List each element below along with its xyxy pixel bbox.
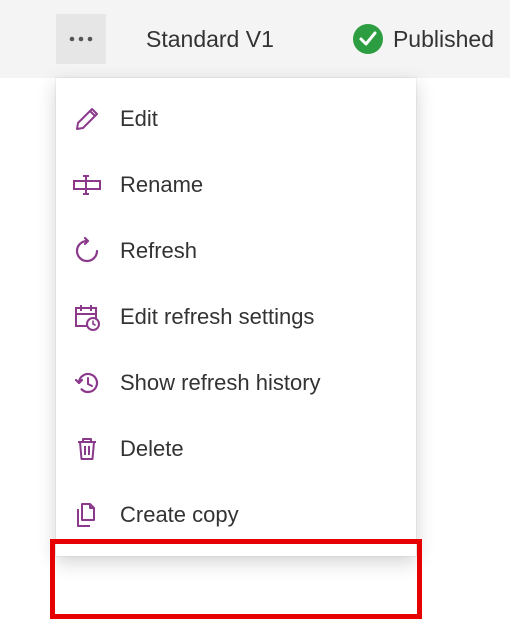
menu-item-show-refresh-history[interactable]: Show refresh history: [56, 350, 416, 416]
top-bar: Standard V1 Published: [0, 0, 510, 78]
menu-label: Edit: [120, 106, 158, 132]
menu-label: Rename: [120, 172, 203, 198]
menu-item-delete[interactable]: Delete: [56, 416, 416, 482]
pencil-icon: [72, 104, 102, 134]
menu-label: Edit refresh settings: [120, 304, 314, 330]
history-icon: [72, 368, 102, 398]
refresh-icon: [72, 236, 102, 266]
context-menu: Edit Rename Refresh Edi: [56, 78, 416, 556]
trash-icon: [72, 434, 102, 464]
rename-icon: [72, 170, 102, 200]
check-circle-icon: [353, 24, 383, 54]
menu-item-edit[interactable]: Edit: [56, 86, 416, 152]
menu-label: Delete: [120, 436, 184, 462]
more-horizontal-icon: [66, 24, 96, 54]
menu-label: Create copy: [120, 502, 239, 528]
calendar-settings-icon: [72, 302, 102, 332]
menu-item-create-copy[interactable]: Create copy: [56, 482, 416, 548]
menu-item-rename[interactable]: Rename: [56, 152, 416, 218]
status-label: Published: [393, 26, 494, 53]
item-title: Standard V1: [146, 26, 274, 53]
more-options-button[interactable]: [56, 14, 106, 64]
status-badge: Published: [353, 24, 494, 54]
menu-label: Refresh: [120, 238, 197, 264]
copy-icon: [72, 500, 102, 530]
menu-item-edit-refresh-settings[interactable]: Edit refresh settings: [56, 284, 416, 350]
menu-item-refresh[interactable]: Refresh: [56, 218, 416, 284]
menu-label: Show refresh history: [120, 370, 321, 396]
